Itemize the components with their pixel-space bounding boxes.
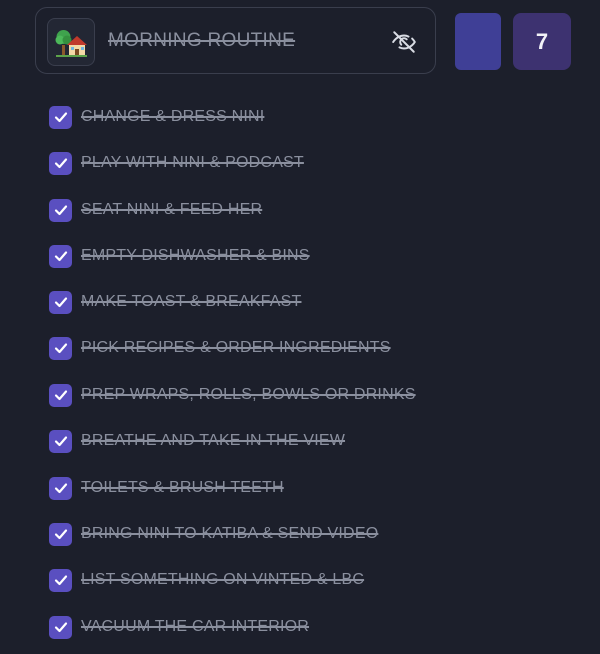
task-checkbox[interactable] <box>49 244 72 268</box>
task-label: LIST SOMETHING ON VINTED & LBC <box>81 571 365 588</box>
task-item[interactable]: PICK RECIPES & ORDER INGREDIENTS <box>49 335 391 361</box>
task-checkbox[interactable] <box>49 522 72 546</box>
task-item[interactable]: PREP WRAPS, ROLLS, BOWLS OR DRINKS <box>49 382 416 408</box>
house-with-tree-icon <box>55 30 87 57</box>
checkmark-icon <box>54 205 67 216</box>
toggle-visibility-button[interactable] <box>390 28 418 56</box>
task-checkbox[interactable] <box>49 615 72 639</box>
task-item[interactable]: LIST SOMETHING ON VINTED & LBC <box>49 567 364 593</box>
task-label: PLAY WITH NINI & PODCAST <box>81 154 304 171</box>
task-item[interactable]: SEAT NINI & FEED HER <box>49 197 262 223</box>
checkmark-icon <box>54 483 67 494</box>
task-label: PICK RECIPES & ORDER INGREDIENTS <box>81 339 391 356</box>
routine-page: MORNING ROUTINE 7 CHANGE & DRESS NINI PL… <box>0 0 600 654</box>
checkmark-icon <box>54 158 67 169</box>
routine-emoji-button[interactable] <box>47 18 95 66</box>
checkmark-icon <box>54 575 67 586</box>
checkmark-icon <box>54 529 67 540</box>
checkmark-icon <box>54 390 67 401</box>
task-item[interactable]: EMPTY DISHWASHER & BINS <box>49 243 310 269</box>
task-item[interactable]: CHANGE & DRESS NINI <box>49 104 264 130</box>
task-checkbox[interactable] <box>49 336 72 360</box>
routine-title: MORNING ROUTINE <box>108 30 296 51</box>
checkmark-icon <box>54 622 67 633</box>
task-label: BREATHE AND TAKE IN THE VIEW <box>81 432 346 449</box>
task-checkbox[interactable] <box>49 151 72 175</box>
task-checkbox[interactable] <box>49 429 72 453</box>
task-label: BRING NINI TO KATIBA & SEND VIDEO <box>81 525 379 542</box>
task-label: CHANGE & DRESS NINI <box>81 108 265 125</box>
routine-header[interactable]: MORNING ROUTINE <box>35 7 436 74</box>
task-label: PREP WRAPS, ROLLS, BOWLS OR DRINKS <box>81 386 416 403</box>
checkmark-icon <box>54 436 67 447</box>
task-item[interactable]: PLAY WITH NINI & PODCAST <box>49 150 304 176</box>
task-item[interactable]: VACUUM THE CAR INTERIOR <box>49 614 309 640</box>
task-checkbox[interactable] <box>49 105 72 129</box>
task-label: TOILETS & BRUSH TEETH <box>81 479 284 496</box>
checkmark-icon <box>54 343 67 354</box>
checkmark-icon <box>54 297 67 308</box>
routine-count-badge[interactable]: 7 <box>513 13 571 70</box>
task-label: EMPTY DISHWASHER & BINS <box>81 247 310 264</box>
task-item[interactable]: MAKE TOAST & BREAKFAST <box>49 289 301 315</box>
task-checkbox[interactable] <box>49 476 72 500</box>
task-item[interactable]: BREATHE AND TAKE IN THE VIEW <box>49 428 345 454</box>
task-label: SEAT NINI & FEED HER <box>81 201 263 218</box>
task-checkbox[interactable] <box>49 383 72 407</box>
task-checkbox[interactable] <box>49 198 72 222</box>
task-label: MAKE TOAST & BREAKFAST <box>81 293 302 310</box>
eye-off-icon <box>392 31 416 53</box>
task-item[interactable]: BRING NINI TO KATIBA & SEND VIDEO <box>49 521 378 547</box>
routine-color-swatch[interactable] <box>455 13 501 70</box>
task-item[interactable]: TOILETS & BRUSH TEETH <box>49 475 284 501</box>
task-checkbox[interactable] <box>49 290 72 314</box>
task-checkbox[interactable] <box>49 568 72 592</box>
task-label: VACUUM THE CAR INTERIOR <box>81 618 310 635</box>
checkmark-icon <box>54 112 67 123</box>
checkmark-icon <box>54 251 67 262</box>
